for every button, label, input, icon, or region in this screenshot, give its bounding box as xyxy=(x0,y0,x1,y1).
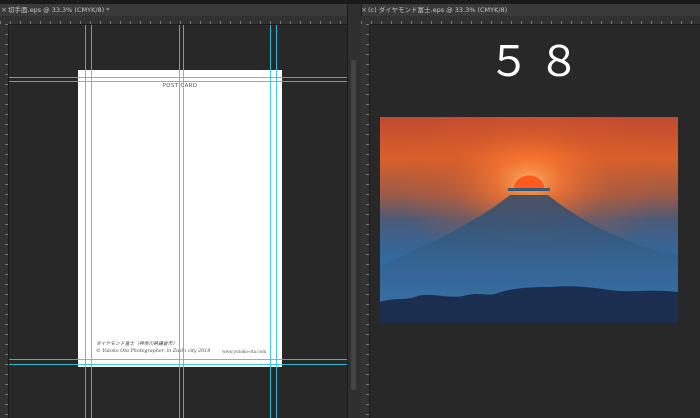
vertical-ruler[interactable] xyxy=(361,24,370,418)
postcard-caption-jp: ダイヤモンド富士（神奈川県鎌倉市） xyxy=(96,342,178,347)
postcard-artboard[interactable]: POST CARD ダイヤモンド富士（神奈川県鎌倉市） © Yutoko Ota… xyxy=(78,70,282,367)
guide-horizontal[interactable] xyxy=(9,77,347,78)
tab-diamond-fuji[interactable]: ×(c) ダイヤモンド富士.eps @ 33.3% (CMYK/8) xyxy=(360,4,700,16)
close-icon[interactable]: × xyxy=(0,4,8,16)
vertical-ruler[interactable] xyxy=(0,24,9,418)
guide-horizontal[interactable] xyxy=(9,364,347,365)
photo-illustration xyxy=(380,117,678,323)
horizontal-ruler[interactable] xyxy=(0,16,347,25)
tab-title: (c) ダイヤモンド富士.eps @ 33.3% (CMYK/8) xyxy=(368,6,508,14)
tab-title: 切手面.eps @ 33.3% (CMYK/8) * xyxy=(8,6,110,14)
document-number: ５８ xyxy=(488,37,589,86)
postcard-title: POST CARD xyxy=(162,83,198,89)
guide-horizontal[interactable] xyxy=(9,81,347,82)
scrollbar[interactable] xyxy=(351,60,356,390)
postcard-copyright: © Yutoko Ota Photographer, in Zushi city… xyxy=(96,349,211,354)
tab-kitte-men[interactable]: ×切手面.eps @ 33.3% (CMYK/8) * xyxy=(0,4,347,16)
horizontal-ruler[interactable] xyxy=(361,16,700,25)
guide-horizontal[interactable] xyxy=(9,359,347,360)
diamond-fuji-photo[interactable] xyxy=(380,117,678,323)
postcard-url: www.yutoko-ota.com xyxy=(222,349,267,354)
